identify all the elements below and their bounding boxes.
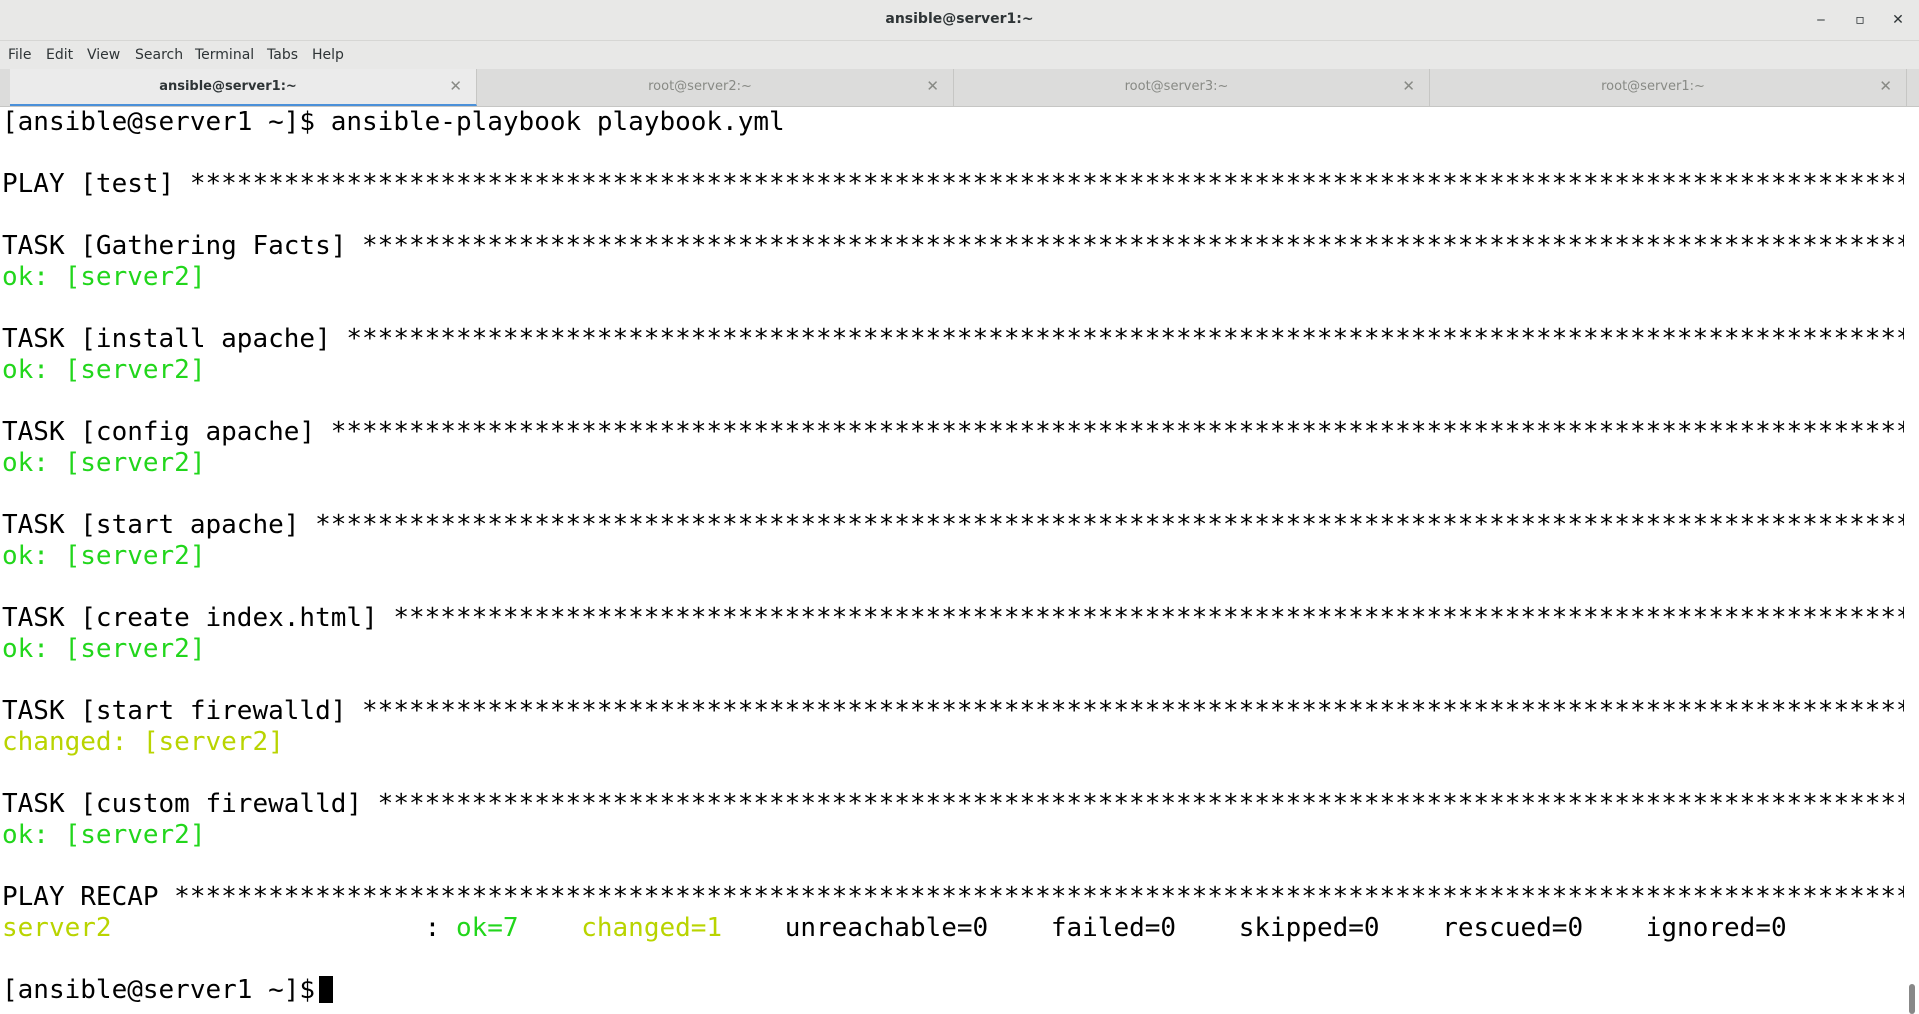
tab-ansible-server1[interactable]: ansible@server1:~ ✕ xyxy=(10,69,477,106)
tab-label: root@server2:~ xyxy=(648,79,752,94)
task-header: TASK [custom firewalld] ****************… xyxy=(2,789,1904,819)
task-header: TASK [create index.html] ***************… xyxy=(2,603,1904,633)
tab-root-server2[interactable]: root@server2:~ ✕ xyxy=(477,69,954,106)
terminal-scrollbar[interactable] xyxy=(1904,107,1919,1014)
recap-host: server2 xyxy=(2,913,112,943)
scrollbar-thumb[interactable] xyxy=(1909,984,1915,1014)
menu-view[interactable]: View xyxy=(87,47,120,63)
task-header: TASK [config apache] *******************… xyxy=(2,417,1904,447)
task-header: TASK [start apache] ********************… xyxy=(2,510,1904,540)
menu-tabs[interactable]: Tabs xyxy=(267,47,298,63)
menubar: File Edit View Search Terminal Tabs Help xyxy=(0,41,1919,69)
recap-ignored: ignored=0 xyxy=(1645,913,1787,943)
maximize-icon[interactable]: ▫ xyxy=(1848,8,1872,32)
tab-root-server1[interactable]: root@server1:~ ✕ xyxy=(1430,69,1907,106)
recap-ok: ok=7 xyxy=(455,913,519,943)
recap-header: PLAY RECAP *****************************… xyxy=(2,882,1904,912)
minimize-icon[interactable]: ‒ xyxy=(1809,8,1833,32)
task-result: ok: [server2] xyxy=(2,820,206,850)
recap-unreachable: unreachable=0 xyxy=(784,913,989,943)
recap-failed: failed=0 xyxy=(1050,913,1177,943)
menu-edit[interactable]: Edit xyxy=(46,47,73,63)
task-result: ok: [server2] xyxy=(2,355,206,385)
tab-close-icon[interactable]: ✕ xyxy=(449,77,462,95)
task-result: ok: [server2] xyxy=(2,262,206,292)
tab-close-icon[interactable]: ✕ xyxy=(1879,77,1892,95)
task-result: ok: [server2] xyxy=(2,541,206,571)
menu-terminal[interactable]: Terminal xyxy=(195,47,254,63)
task-result: ok: [server2] xyxy=(2,634,206,664)
tab-root-server3[interactable]: root@server3:~ ✕ xyxy=(954,69,1430,106)
close-icon[interactable]: ✕ xyxy=(1886,8,1910,32)
play-header: PLAY [test] ****************************… xyxy=(2,169,1904,199)
task-header: TASK [start firewalld] *****************… xyxy=(2,696,1904,726)
menu-file[interactable]: File xyxy=(8,47,31,63)
menu-help[interactable]: Help xyxy=(312,47,344,63)
command-line: [ansible@server1 ~]$ ansible-playbook pl… xyxy=(2,107,785,137)
tab-label: ansible@server1:~ xyxy=(159,79,297,94)
menu-search[interactable]: Search xyxy=(135,47,183,63)
recap-changed: changed=1 xyxy=(581,913,723,943)
prompt-line: [ansible@server1 ~]$ xyxy=(2,975,334,1006)
tab-close-icon[interactable]: ✕ xyxy=(1402,77,1415,95)
recap-separator: : xyxy=(111,913,456,943)
shell-prompt: [ansible@server1 ~]$ xyxy=(2,975,316,1005)
task-header: TASK [Gathering Facts] *****************… xyxy=(2,231,1904,261)
window-titlebar: ansible@server1:~ ‒ ▫ ✕ xyxy=(0,0,1919,41)
task-header: TASK [install apache] ******************… xyxy=(2,324,1904,354)
terminal-cursor xyxy=(319,976,334,1003)
tab-bar: ansible@server1:~ ✕ root@server2:~ ✕ roo… xyxy=(0,69,1919,107)
terminal-output[interactable]: [ansible@server1 ~]$ ansible-playbook pl… xyxy=(0,107,1904,1014)
recap-skipped: skipped=0 xyxy=(1238,913,1380,943)
task-result: ok: [server2] xyxy=(2,448,206,478)
recap-line: server2 : ok=7 changed=1 unreachable=0 f… xyxy=(2,913,1787,944)
tab-label: root@server1:~ xyxy=(1601,79,1705,94)
tab-close-icon[interactable]: ✕ xyxy=(926,77,939,95)
recap-rescued: rescued=0 xyxy=(1442,913,1584,943)
task-result-changed: changed: [server2] xyxy=(2,727,284,757)
tab-label: root@server3:~ xyxy=(1124,79,1229,94)
window-title: ansible@server1:~ xyxy=(885,11,1034,27)
